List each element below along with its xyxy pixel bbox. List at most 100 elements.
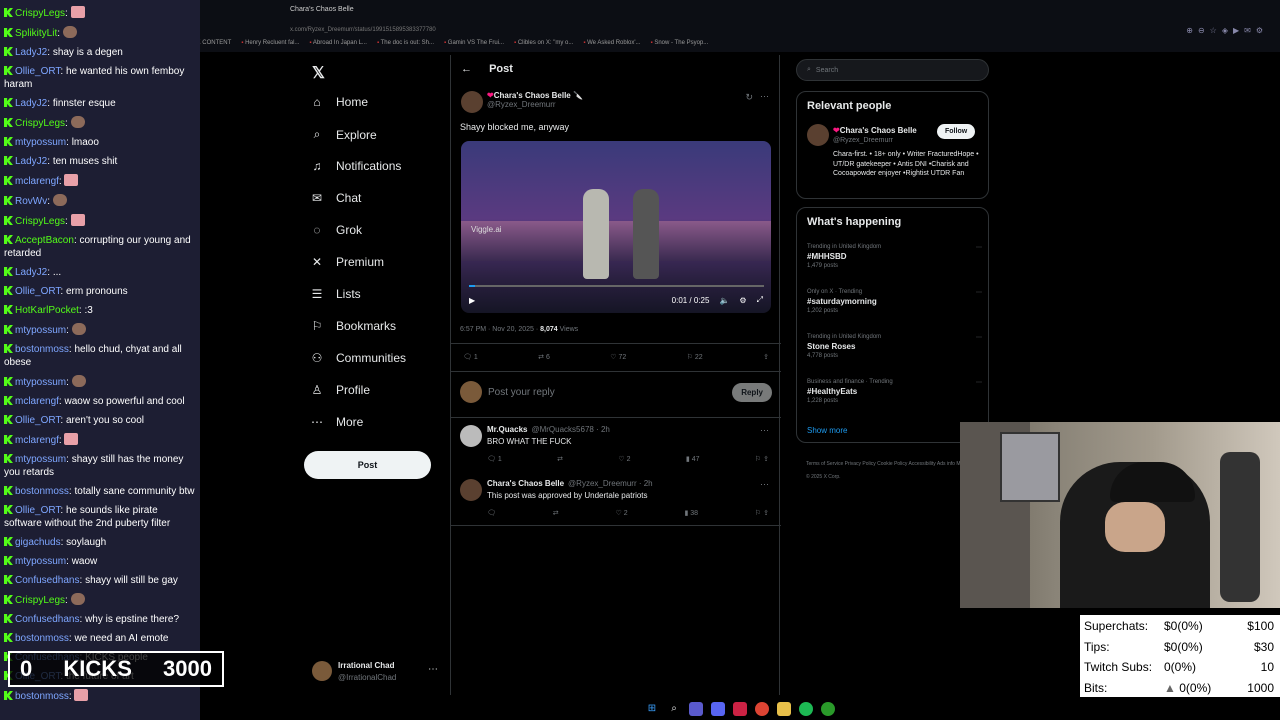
chat-username[interactable]: mtypossum xyxy=(15,454,66,465)
reply-author[interactable]: Chara's Chaos Belle xyxy=(487,479,564,488)
nav-item-premium[interactable]: ✕ Premium xyxy=(310,255,384,269)
reply-composer[interactable]: Post your reply Reply xyxy=(460,381,772,403)
bookmark-action[interactable]: ⚐ ⇪ xyxy=(755,509,769,517)
chrome-icon[interactable] xyxy=(755,701,769,716)
bookmark-action[interactable]: ⚐ 22 xyxy=(687,353,703,361)
chat-username[interactable]: CrispyLegs xyxy=(15,595,65,606)
share-icon[interactable]: ⇪ xyxy=(763,353,769,361)
avatar[interactable] xyxy=(461,91,483,113)
address-bar[interactable]: x.com/Ryzex_Dreemurr/status/199151589538… xyxy=(200,22,1280,38)
more-icon[interactable]: ⋯ xyxy=(976,379,982,386)
chat-username[interactable]: HotKarlPocket xyxy=(15,305,79,316)
more-icon[interactable]: ⋯ xyxy=(760,91,769,102)
reply-input[interactable]: Post your reply xyxy=(488,387,555,398)
more-icon[interactable]: ⋯ xyxy=(760,479,769,490)
chat-username[interactable]: Ollie_ORT xyxy=(15,286,60,297)
bookmark-item[interactable]: Henry Recluent fal... xyxy=(241,40,299,52)
bookmark-item[interactable]: The doc is out: Sh... xyxy=(377,40,434,52)
chat-username[interactable]: gigachuds xyxy=(15,537,61,548)
chat-username[interactable]: Confusedhans xyxy=(15,614,80,625)
xbox-icon[interactable] xyxy=(821,701,835,716)
nav-item-home[interactable]: ⌂ Home xyxy=(310,95,368,109)
reply-action[interactable]: 🗨 xyxy=(487,509,496,517)
app-icon[interactable] xyxy=(689,701,703,716)
avatar[interactable] xyxy=(807,124,829,146)
chat-username[interactable]: bostonmoss xyxy=(15,633,69,644)
back-arrow-icon[interactable]: ← xyxy=(461,63,472,75)
bookmark-item[interactable]: Snow - The Psyop... xyxy=(651,40,708,52)
nav-item-lists[interactable]: ☰ Lists xyxy=(310,287,361,301)
nav-item-chat[interactable]: ✉ Chat xyxy=(310,191,361,205)
chat-username[interactable]: LadyJ2 xyxy=(15,156,47,167)
trend-item[interactable]: Trending in United Kingdom Stone Roses 4,7… xyxy=(807,334,982,359)
chat-username[interactable]: mclarengf xyxy=(15,396,59,407)
app-icon[interactable] xyxy=(733,701,747,716)
chat-username[interactable]: mtypossum xyxy=(15,377,66,388)
person-handle[interactable]: @Ryzex_Dreemurr xyxy=(833,137,893,144)
bookmark-item[interactable]: We Asked Roblox'... xyxy=(583,40,640,52)
reply-handle[interactable]: @MrQuacks5678 · 2h xyxy=(531,425,609,434)
chat-username[interactable]: mclarengf xyxy=(15,435,59,446)
chat-username[interactable]: bostonmoss xyxy=(15,486,69,497)
more-icon[interactable]: ⋯ xyxy=(760,425,769,436)
chat-username[interactable]: LadyJ2 xyxy=(15,267,47,278)
show-more-link[interactable]: Show more xyxy=(807,426,847,435)
chat-username[interactable]: mtypossum xyxy=(15,325,66,336)
play-icon[interactable]: ▶ xyxy=(469,296,475,305)
more-icon[interactable]: ⋯ xyxy=(428,664,438,675)
reply-action[interactable]: 🗨 1 xyxy=(463,353,478,361)
bookmark-item[interactable]: Abroad In Japan L... xyxy=(309,40,367,52)
reply-handle[interactable]: @Ryzex_Dreemurr · 2h xyxy=(568,479,653,488)
app-icon[interactable] xyxy=(711,701,725,716)
browser-tab[interactable]: Chara's Chaos Belle xyxy=(290,6,354,13)
search-icon[interactable]: ⌕ xyxy=(667,702,681,716)
more-icon[interactable]: ⋯ xyxy=(976,334,982,341)
chat-username[interactable]: Ollie_ORT xyxy=(15,505,60,516)
trend-item[interactable]: Trending in United Kingdom #MHHSBD 1,479 p… xyxy=(807,244,982,269)
nav-item-grok[interactable]: ◌ Grok xyxy=(310,223,362,237)
chat-username[interactable]: Ollie_ORT xyxy=(15,415,60,426)
search-input[interactable]: ⌕ Search xyxy=(796,59,989,81)
chat-username[interactable]: mtypossum xyxy=(15,556,66,567)
repost-action[interactable]: ⇄ 6 xyxy=(538,353,550,361)
chat-username[interactable]: LadyJ2 xyxy=(15,47,47,58)
repost-action[interactable]: ⇄ xyxy=(553,509,559,517)
more-icon[interactable]: ⋯ xyxy=(976,244,982,251)
views-action[interactable]: ▮ 38 xyxy=(684,509,698,517)
chat-username[interactable]: bostonmoss xyxy=(15,344,69,355)
chat-username[interactable]: mclarengf xyxy=(15,176,59,187)
account-switcher[interactable]: Irrational Chad @IrrationalChad ⋯ xyxy=(310,659,445,689)
x-logo-icon[interactable]: 𝕏 xyxy=(312,63,325,83)
chat-username[interactable]: bostonmoss xyxy=(15,691,69,702)
trend-item[interactable]: Business and finance · Trending #HealthyE… xyxy=(807,379,982,404)
chat-username[interactable]: SplikityLit xyxy=(15,28,57,39)
trend-item[interactable]: Only on X · Trending #saturdaymorning 1,20… xyxy=(807,289,982,314)
nav-item-explore[interactable]: ⌕ Explore xyxy=(310,127,377,142)
chat-username[interactable]: CrispyLegs xyxy=(15,118,65,129)
nav-item-notifications[interactable]: ♫ Notifications xyxy=(310,159,402,173)
avatar[interactable] xyxy=(460,425,482,447)
avatar[interactable] xyxy=(460,479,482,501)
more-icon[interactable]: ⋯ xyxy=(976,289,982,296)
spotify-icon[interactable] xyxy=(799,701,813,716)
chat-username[interactable]: Ollie_ORT xyxy=(15,66,60,77)
chat-username[interactable]: mtypossum xyxy=(15,137,66,148)
like-action[interactable]: ♡ 2 xyxy=(618,455,630,463)
nav-item-bookmarks[interactable]: ⚐ Bookmarks xyxy=(310,319,396,333)
nav-item-profile[interactable]: ♙ Profile xyxy=(310,383,370,397)
fullscreen-icon[interactable]: ⤢ xyxy=(757,295,763,305)
nav-item-more[interactable]: ⋯ More xyxy=(310,415,363,429)
grok-icon[interactable]: ↻ xyxy=(745,92,753,103)
post-handle[interactable]: @Ryzex_Dreemurr xyxy=(487,100,583,109)
views-action[interactable]: ▮ 47 xyxy=(686,455,700,463)
folder-icon[interactable] xyxy=(777,701,791,716)
chat-username[interactable]: AcceptBacon xyxy=(15,235,74,246)
person-name[interactable]: ❤Chara's Chaos Belle xyxy=(833,126,917,135)
chat-username[interactable]: LadyJ2 xyxy=(15,98,47,109)
chat-username[interactable]: Confusedhans xyxy=(15,575,80,586)
reply-action[interactable]: 🗨 1 xyxy=(487,455,502,463)
bookmark-action[interactable]: ⚐ ⇪ xyxy=(755,455,769,463)
chat-username[interactable]: CrispyLegs xyxy=(15,216,65,227)
windows-start-icon[interactable]: ⊞ xyxy=(645,702,659,716)
reply-author[interactable]: Mr.Quacks xyxy=(487,425,527,434)
